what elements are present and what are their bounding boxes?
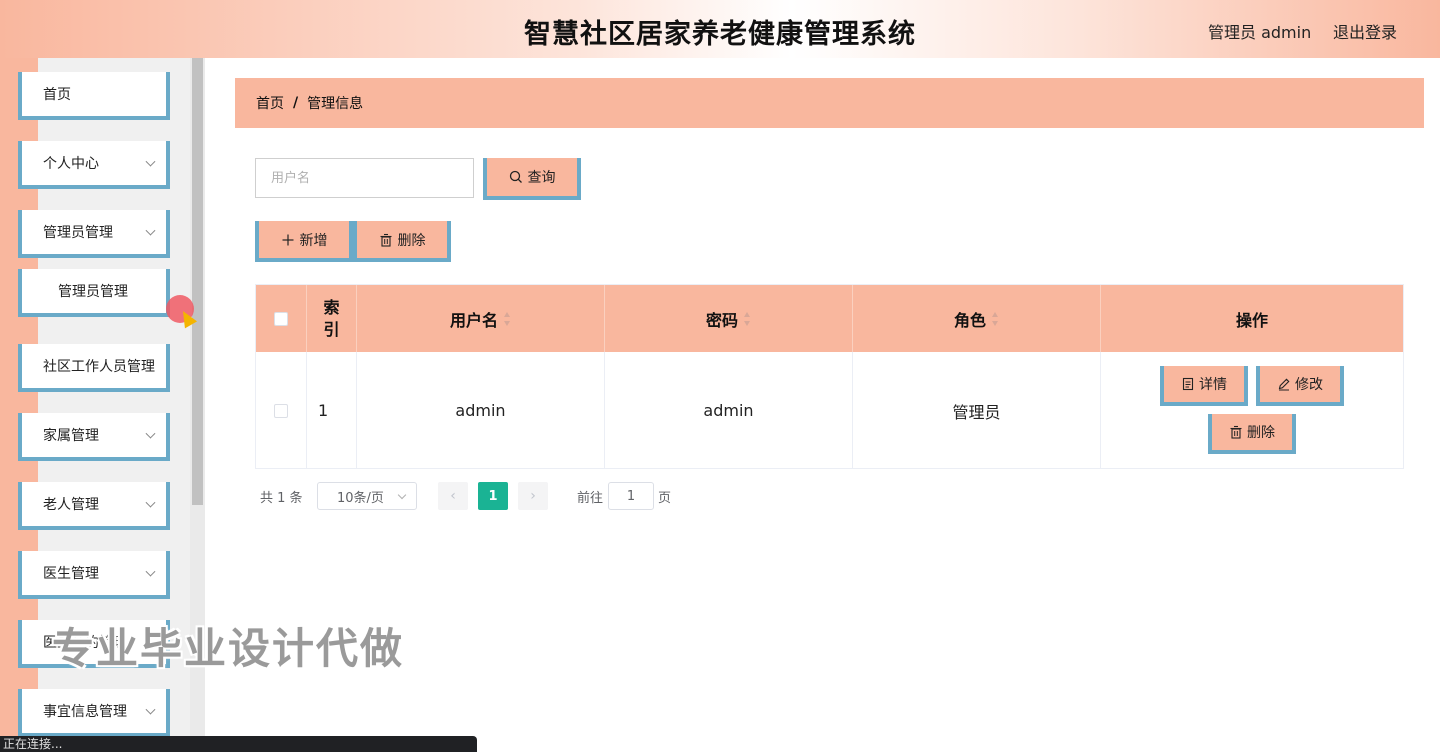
sidebar-item-admin-management[interactable]: 管理员管理 [18,210,170,258]
current-user-label: 管理员 admin [1208,23,1312,42]
detail-button[interactable]: 详情 [1160,366,1248,406]
header-password-label: 密码 [705,310,738,330]
chevron-down-icon [397,490,407,500]
edit-button[interactable]: 修改 [1256,366,1344,406]
current-page-number[interactable]: 1 [478,482,508,510]
sort-icon[interactable] [504,311,511,326]
add-button[interactable]: 新增 [255,221,353,262]
chevron-down-icon [145,428,156,439]
header-role-label: 角色 [953,310,986,330]
row-role: 管理员 [853,352,1101,469]
trash-icon [1230,425,1242,439]
sidebar-item-label: 事宜信息管理 [43,704,127,720]
pagination-total: 共 1 条 [260,491,303,506]
prev-page-button[interactable]: ‹ [438,482,468,510]
sidebar-item-affairs[interactable]: 事宜信息管理 [18,689,170,737]
header-role[interactable]: 角色 [853,285,1101,352]
chevron-down-icon [145,156,156,167]
sidebar-item-elderly[interactable]: 老人管理 [18,482,170,530]
header-select-all-cell [256,285,307,352]
page-size-select[interactable]: 10条/页 [317,482,417,510]
sort-icon[interactable] [992,311,999,326]
search-button[interactable]: 查询 [483,158,581,200]
document-icon [1182,377,1194,391]
table-header: 索引 用户名 密码 角色 操作 [256,285,1403,352]
row-index: 1 [307,352,357,469]
pencil-icon [1278,378,1290,391]
batch-delete-button[interactable]: 删除 [353,221,451,262]
sidebar-item-label: 家属管理 [43,428,99,444]
breadcrumb: 首页 / 管理信息 [235,78,1424,128]
header-username-label: 用户名 [449,310,498,330]
sidebar-scrollbar-thumb[interactable] [192,58,203,505]
sidebar-item-home[interactable]: 首页 [18,72,170,120]
header-index-label: 索引 [323,297,340,339]
row-password: admin [605,352,853,469]
next-page-button[interactable]: › [518,482,548,510]
header-index: 索引 [307,285,357,352]
chevron-down-icon [145,566,156,577]
edit-button-label: 修改 [1295,377,1323,393]
top-header: 智慧社区居家养老健康管理系统 管理员 admin 退出登录 [0,0,1440,58]
header-username[interactable]: 用户名 [357,285,605,352]
sidebar-item-personal-center[interactable]: 个人中心 [18,141,170,189]
breadcrumb-home[interactable]: 首页 [256,93,284,113]
sidebar-item-label: 老人管理 [43,497,99,513]
row-checkbox[interactable] [274,403,288,418]
select-all-checkbox[interactable] [274,311,288,326]
sort-icon[interactable] [744,311,751,326]
row-delete-button-label: 删除 [1247,425,1275,441]
breadcrumb-separator: / [293,95,299,111]
trash-icon [380,233,391,247]
row-username: admin [357,352,605,469]
chevron-down-icon [145,704,156,715]
row-delete-button[interactable]: 删除 [1208,414,1296,454]
search-button-label: 查询 [527,170,556,186]
header-operation-label: 操作 [1235,310,1268,330]
plus-icon [282,234,293,245]
goto-page-input[interactable] [608,482,654,510]
row-select-cell [256,352,307,469]
header-password[interactable]: 密码 [605,285,853,352]
header-operation: 操作 [1101,285,1403,352]
chevron-down-icon [145,497,156,508]
sidebar-item-label: 社区工作人员管理 [43,359,155,375]
sidebar-item-doctor[interactable]: 医生管理 [18,551,170,599]
goto-suffix: 页 [658,491,672,506]
chevron-down-icon [145,225,156,236]
sidebar-item-label: 管理员管理 [58,284,128,300]
watermark-text: 专业毕业设计代做 [52,624,405,673]
sidebar-item-label: 管理员管理 [43,225,113,241]
sidebar-item-label: 医生管理 [43,566,99,582]
breadcrumb-current: 管理信息 [307,96,364,112]
sidebar-subitem-admin-management[interactable]: 管理员管理 [18,269,170,317]
page-size-value: 10条/页 [337,490,384,506]
logout-link[interactable]: 退出登录 [1333,19,1397,43]
username-search-input[interactable] [255,158,474,198]
add-button-label: 新增 [299,232,328,249]
sidebar-item-label: 首页 [43,87,71,103]
detail-button-label: 详情 [1199,377,1227,393]
search-icon [509,170,522,183]
batch-delete-button-label: 删除 [397,232,426,249]
goto-label: 前往 [577,491,604,506]
sidebar-item-community-staff[interactable]: 社区工作人员管理 [18,344,170,392]
sidebar-item-label: 个人中心 [43,156,99,172]
browser-status-bar: 正在连接... [0,736,477,752]
sidebar-item-family[interactable]: 家属管理 [18,413,170,461]
